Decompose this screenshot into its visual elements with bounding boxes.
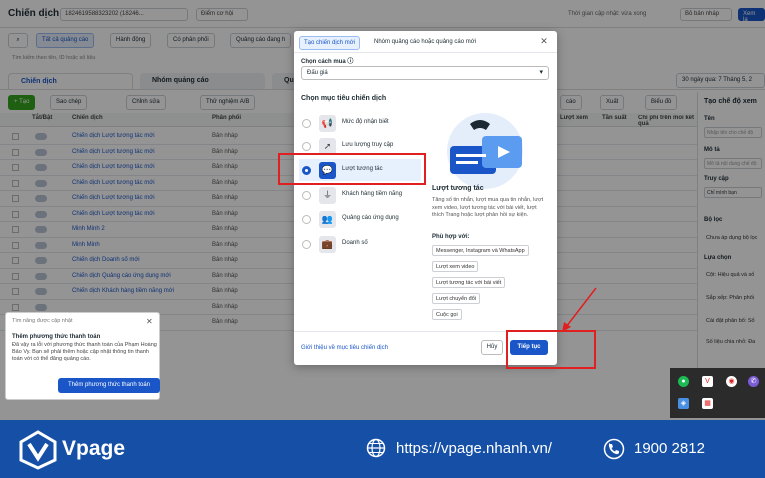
objective-radio[interactable] [302,215,311,224]
objective-radio[interactable] [302,240,311,249]
close-icon[interactable]: ✕ [539,36,549,46]
objective-label: Lưu lượng truy cập [342,142,394,148]
info-icon: ⓘ [347,59,354,65]
chrome-icon[interactable]: ◉ [726,376,737,387]
briefcase-icon: 💼 [319,236,336,253]
brand-banner: Vpage https://vpage.nhanh.vn/ 1900 2812 [0,420,765,478]
globe-icon [366,438,386,458]
highlight-box-objective [278,153,426,185]
calendar-icon[interactable]: ▦ [702,398,713,409]
people-icon: 👥 [319,211,336,228]
objective-label: Doanh số [342,240,368,246]
viber-icon[interactable]: ✆ [748,376,759,387]
new-campaign-dialog: Tạo chiến dịch mới Nhóm quảng cáo hoặc q… [294,31,557,365]
cancel-button[interactable]: Hủy [481,340,503,355]
objective-option[interactable]: 📢 Mức độ nhận biết [299,112,421,134]
good-for-label: Phù hợp với: [432,234,470,240]
spotify-icon[interactable]: ● [678,376,689,387]
notification-title: Thêm phương thức thanh toán [12,334,101,340]
buy-type-label: Chọn cách mua ⓘ [301,59,354,65]
objective-radio[interactable] [302,119,311,128]
hotline[interactable]: 1900 2812 [634,440,705,457]
learn-objectives-link[interactable]: Giới thiệu về mục tiêu chiến dịch [301,345,388,351]
objective-label: Quảng cáo ứng dụng [342,215,399,221]
arrow-annotation [562,287,597,332]
notification-header: Tìm năng được cập nhật [12,318,73,324]
funnel-icon: ⏚ [319,187,336,204]
notification-body: Đã vậy ra lỗi với phương thức thanh toán… [12,342,157,362]
app-v-icon[interactable]: V [702,376,713,387]
vpage-logo-icon [19,430,57,470]
engagement-illustration [447,113,523,189]
highlight-box-continue [506,330,596,369]
objective-label: Mức độ nhận biết [342,119,389,125]
add-payment-button[interactable]: Thêm phương thức thanh toán [58,378,160,393]
objective-option[interactable]: ⏚ Khách hàng tiềm năng [299,184,421,206]
good-for-tag: Messenger, Instagram và WhatsApp [432,245,529,256]
objective-option[interactable]: 💼 Doanh số [299,233,421,255]
objective-option[interactable]: 👥 Quảng cáo ứng dụng [299,208,421,230]
objective-detail-title: Lượt tương tác [432,185,484,192]
objective-radio[interactable] [302,191,311,200]
objective-label: Khách hàng tiềm năng [342,191,403,197]
good-for-tag: Lượt tương tác với bài viết [432,277,506,288]
website-url[interactable]: https://vpage.nhanh.vn/ [396,440,552,457]
megaphone-icon: 📢 [319,115,336,132]
taskbar-dock: ● V ◉ ✆ ◈ ▦ [670,368,765,418]
brand-name: Vpage [62,437,126,460]
good-for-tag: Lượt xem video [432,261,479,272]
caret-down-icon: ▾ [539,69,543,76]
payment-notification: Tìm năng được cập nhật ✕ Thêm phương thứ… [5,312,160,400]
objective-label: Chọn mục tiêu chiến dịch [301,95,387,102]
close-icon[interactable]: ✕ [146,317,153,326]
buy-type-value: Đấu giá [307,70,328,76]
tab-new-campaign[interactable]: Tạo chiến dịch mới [299,36,360,50]
good-for-tag: Cuộc gọi [432,309,462,320]
shield-icon[interactable]: ◈ [678,398,689,409]
objective-detail-desc: Tăng số tin nhắn, lượt mua qua tin nhắn,… [432,197,544,218]
good-for-tag: Lượt chuyển đổi [432,293,481,304]
tab-new-adset-or-ad[interactable]: Nhóm quảng cáo hoặc quảng cáo mới [370,36,480,50]
phone-icon [603,438,625,460]
buy-type-select[interactable]: Đấu giá ▾ [301,66,549,80]
objective-radio[interactable] [302,142,311,151]
dialog-tabs: Tạo chiến dịch mới Nhóm quảng cáo hoặc q… [294,31,557,53]
